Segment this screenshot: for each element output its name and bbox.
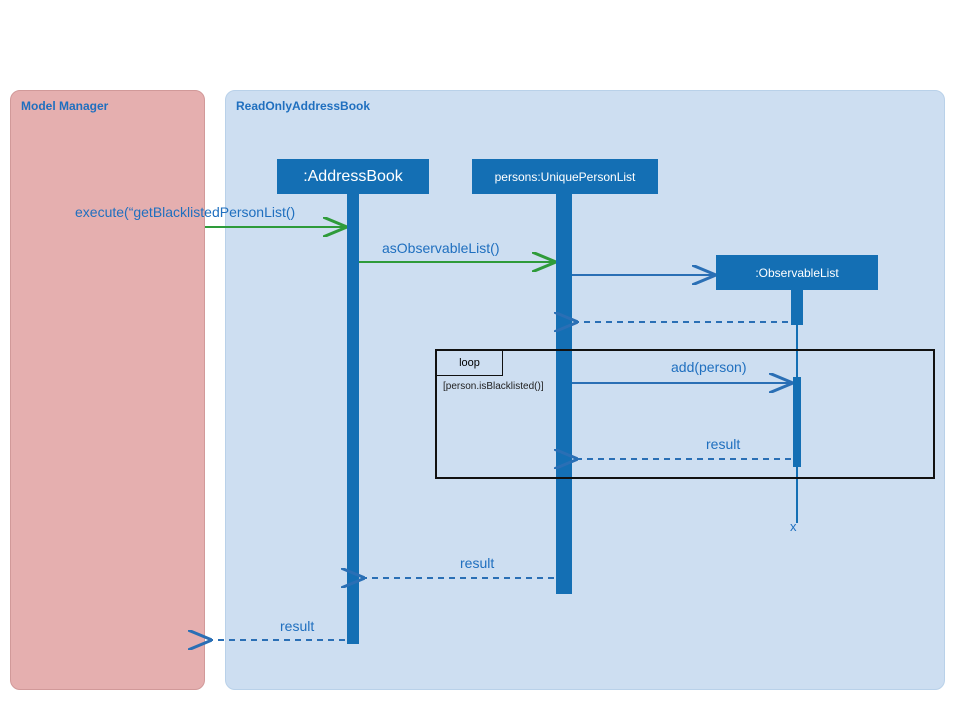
message-result-1: result bbox=[706, 436, 740, 452]
message-execute: execute(“getBlacklistedPersonList() bbox=[75, 204, 295, 220]
message-asobservable: asObservableList() bbox=[382, 240, 500, 256]
message-add: add(person) bbox=[671, 359, 747, 375]
activation-observablelist bbox=[791, 290, 803, 325]
loop-label: loop bbox=[437, 351, 503, 376]
frame-title-read: ReadOnlyAddressBook bbox=[226, 91, 944, 121]
frame-model-manager: Model Manager bbox=[10, 90, 205, 690]
message-result-3: result bbox=[280, 618, 314, 634]
message-result-2: result bbox=[460, 555, 494, 571]
activation-addressbook bbox=[347, 194, 359, 644]
destroy-observablelist-icon: x bbox=[790, 519, 797, 534]
frame-title-model: Model Manager bbox=[11, 91, 204, 121]
lifeline-addressbook: :AddressBook bbox=[277, 159, 429, 194]
lifeline-observablelist: :ObservableList bbox=[716, 255, 878, 290]
loop-guard: [person.isBlacklisted()] bbox=[443, 381, 544, 392]
lifeline-uniquepersonlist: persons:UniquePersonList bbox=[472, 159, 658, 194]
